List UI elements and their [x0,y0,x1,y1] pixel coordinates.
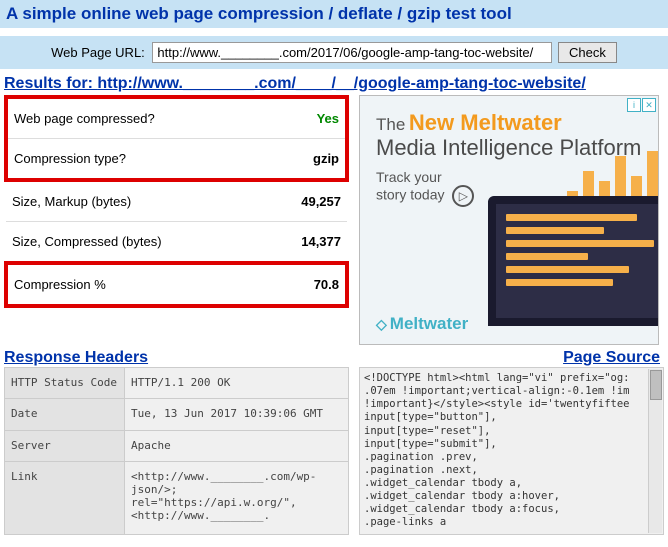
stats-label: Web page compressed? [6,97,264,139]
page-source-title: Page Source [563,349,660,367]
header-key: Link [5,462,125,534]
page-source-box[interactable]: <!DOCTYPE html><html lang="vi" prefix="o… [359,367,664,535]
stats-value: gzip [264,139,347,181]
header-key: HTTP Status Code [5,368,125,399]
stats-row: Compression %70.8 [6,263,347,306]
stats-label: Compression % [6,263,264,306]
response-headers-title: Response Headers [4,349,148,367]
header-key: Server [5,430,125,461]
url-input[interactable] [152,42,552,63]
stats-value: 49,257 [264,180,347,222]
arrow-icon: ▷ [452,185,474,207]
stats-row: Size, Markup (bytes)49,257 [6,180,347,222]
scrollbar[interactable] [648,369,662,533]
check-button[interactable]: Check [558,42,617,63]
stats-row: Compression type?gzip [6,139,347,181]
highlight-group: Web page compressed?YesCompression type?… [6,97,347,180]
stats-row: Size, Compressed (bytes)14,377 [6,222,347,264]
ad-brand: Meltwater [376,314,468,334]
stats-value: Yes [264,97,347,139]
highlight-group: Compression %70.8 [6,263,347,306]
header-row: Link<http://www.________.com/wp-json/>; … [5,462,349,534]
header-val: Tue, 13 Jun 2017 10:39:06 GMT [125,399,349,430]
header-val: <http://www.________.com/wp-json/>; rel=… [125,462,349,534]
url-form: Web Page URL: Check [0,36,668,69]
header-row: DateTue, 13 Jun 2017 10:39:06 GMT [5,399,349,430]
header-key: Date [5,399,125,430]
stats-label: Compression type? [6,139,264,181]
stats-value: 14,377 [264,222,347,264]
ad-copy: The New Meltwater Media Intelligence Pla… [360,96,658,217]
stats-row: Web page compressed?Yes [6,97,347,139]
stats-label: Size, Markup (bytes) [6,180,264,222]
stats-value: 70.8 [264,263,347,306]
results-for: Results for: http://www.________.com/___… [0,69,668,95]
header-val: HTTP/1.1 200 OK [125,368,349,399]
stats-table: Web page compressed?YesCompression type?… [4,95,349,308]
scrollbar-thumb[interactable] [650,370,662,400]
response-headers-table: HTTP Status CodeHTTP/1.1 200 OKDateTue, … [4,367,349,535]
header-row: ServerApache [5,430,349,461]
url-label: Web Page URL: [51,45,145,60]
stats-label: Size, Compressed (bytes) [6,222,264,264]
page-title: A simple online web page compression / d… [0,0,668,28]
header-row: HTTP Status CodeHTTP/1.1 200 OK [5,368,349,399]
results-url-link[interactable]: http://www.________.com/____/__/google-a… [97,75,585,92]
header-val: Apache [125,430,349,461]
advertisement[interactable]: i ✕ The New Meltwater Media Intelligence… [359,95,659,345]
